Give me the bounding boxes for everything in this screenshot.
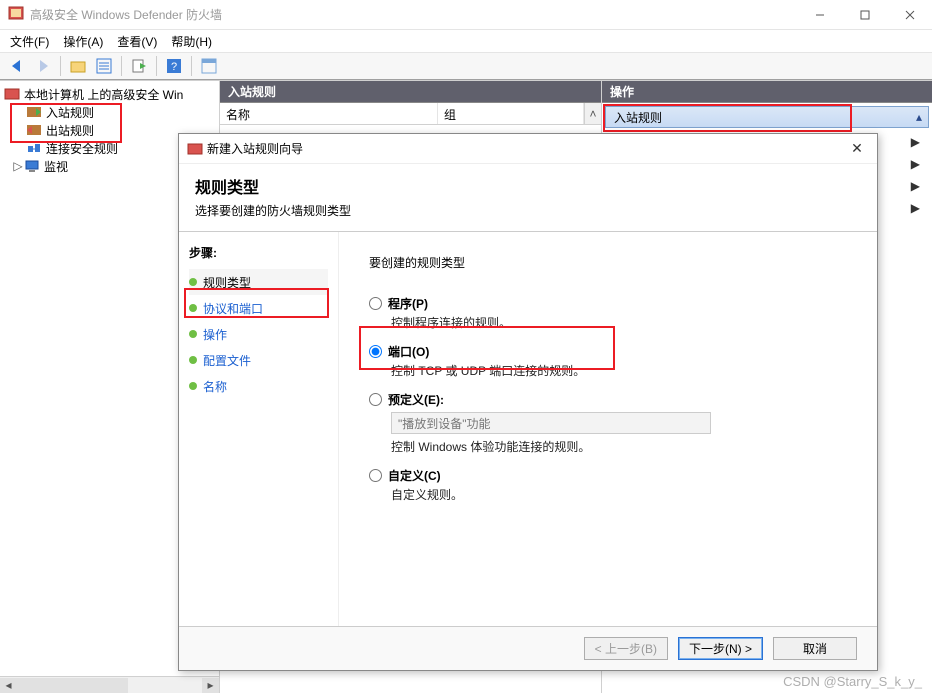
collapse-icon[interactable]: ▴ [916,110,922,124]
tree-root[interactable]: 本地计算机 上的高级安全 Win [0,85,219,103]
annotation-box-actions [603,104,852,132]
list-icon[interactable] [93,55,115,77]
opt-custom[interactable]: 自定义(C) [369,467,857,484]
firewall-icon [4,86,20,102]
wizard-dialog: 新建入站规则向导 ✕ 规则类型 选择要创建的防火墙规则类型 步骤: 规则类型 协… [178,133,878,671]
actions-header: 操作 [602,81,932,103]
steps-label: 步骤: [189,244,328,261]
opt-program[interactable]: 程序(P) [369,295,857,312]
radio-program[interactable] [369,297,382,310]
step-name[interactable]: 名称 [189,373,328,399]
maximize-button[interactable] [842,0,887,29]
opt-predefined-desc: 控制 Windows 体验功能连接的规则。 [391,438,857,455]
annotation-box-tree [10,103,122,143]
monitor-icon [24,158,40,174]
opt-predefined[interactable]: 预定义(E): [369,391,857,408]
firewall-icon [187,141,203,157]
annotation-box-port [359,326,615,370]
help-icon[interactable]: ? [163,55,185,77]
watermark: CSDN @Starry_S_k_y_ [783,674,922,689]
scroll-right-icon[interactable]: ▸ [202,678,219,693]
col-group[interactable]: 组 [438,103,584,124]
export-icon[interactable] [128,55,150,77]
wizard-question: 要创建的规则类型 [369,254,857,271]
col-name[interactable]: 名称 [220,103,438,124]
details-pane-icon[interactable] [198,55,220,77]
content-header: 入站规则 [220,81,601,103]
expand-icon[interactable]: ▷ [12,159,24,173]
predefined-dropdown[interactable]: "播放到设备"功能 [391,412,711,434]
wizard-titlebar: 新建入站规则向导 ✕ [179,134,877,164]
folder-icon[interactable] [67,55,89,77]
tree-hscrollbar[interactable]: ◂ ▸ [0,676,219,693]
chevron-right-icon: ▶ [911,135,920,149]
wizard-close-button[interactable]: ✕ [837,140,877,157]
step-operation[interactable]: 操作 [189,321,328,347]
wizard-steps: 步骤: 规则类型 协议和端口 操作 配置文件 名称 [179,232,339,626]
menu-file[interactable]: 文件(F) [10,33,49,50]
svg-text:?: ? [171,61,177,73]
cancel-button[interactable]: 取消 [773,637,857,660]
radio-predefined[interactable] [369,393,382,406]
chevron-right-icon: ▶ [911,157,920,171]
chevron-right-icon: ▶ [911,201,920,215]
menu-action[interactable]: 操作(A) [63,33,103,50]
wizard-buttons: < 上一步(B) 下一步(N) > 取消 [179,626,877,670]
list-vscroll-up-icon[interactable]: ˄ [584,103,601,124]
wizard-title-text: 新建入站规则向导 [207,140,303,157]
scroll-left-icon[interactable]: ◂ [0,678,17,693]
wizard-subheading: 选择要创建的防火墙规则类型 [195,202,861,219]
wizard-header: 规则类型 选择要创建的防火墙规则类型 [179,164,877,231]
menu-help[interactable]: 帮助(H) [171,33,212,50]
back-button: < 上一步(B) [584,637,668,660]
tree-root-label: 本地计算机 上的高级安全 Win [24,86,183,103]
minimize-button[interactable] [797,0,842,29]
radio-custom[interactable] [369,469,382,482]
next-button[interactable]: 下一步(N) > [678,637,763,660]
menubar: 文件(F) 操作(A) 查看(V) 帮助(H) [0,30,932,52]
wizard-heading: 规则类型 [195,174,861,198]
toolbar: ? [0,52,932,80]
opt-custom-desc: 自定义规则。 [391,486,857,503]
window-title: 高级安全 Windows Defender 防火墙 [30,6,222,23]
menu-view[interactable]: 查看(V) [117,33,157,50]
tree-monitor-label: 监视 [44,158,68,175]
window-controls [797,0,932,29]
app-icon [8,5,24,24]
scroll-thumb[interactable] [17,678,128,693]
chevron-right-icon: ▶ [911,179,920,193]
list-header: 名称 组 ˄ [220,103,601,125]
annotation-box-step [184,288,329,318]
step-profile[interactable]: 配置文件 [189,347,328,373]
back-icon[interactable] [6,55,28,77]
forward-icon[interactable] [32,55,54,77]
close-button[interactable] [887,0,932,29]
main-titlebar: 高级安全 Windows Defender 防火墙 [0,0,932,30]
wizard-main: 要创建的规则类型 程序(P) 控制程序连接的规则。 端口(O) 控制 TCP 或… [339,232,877,626]
